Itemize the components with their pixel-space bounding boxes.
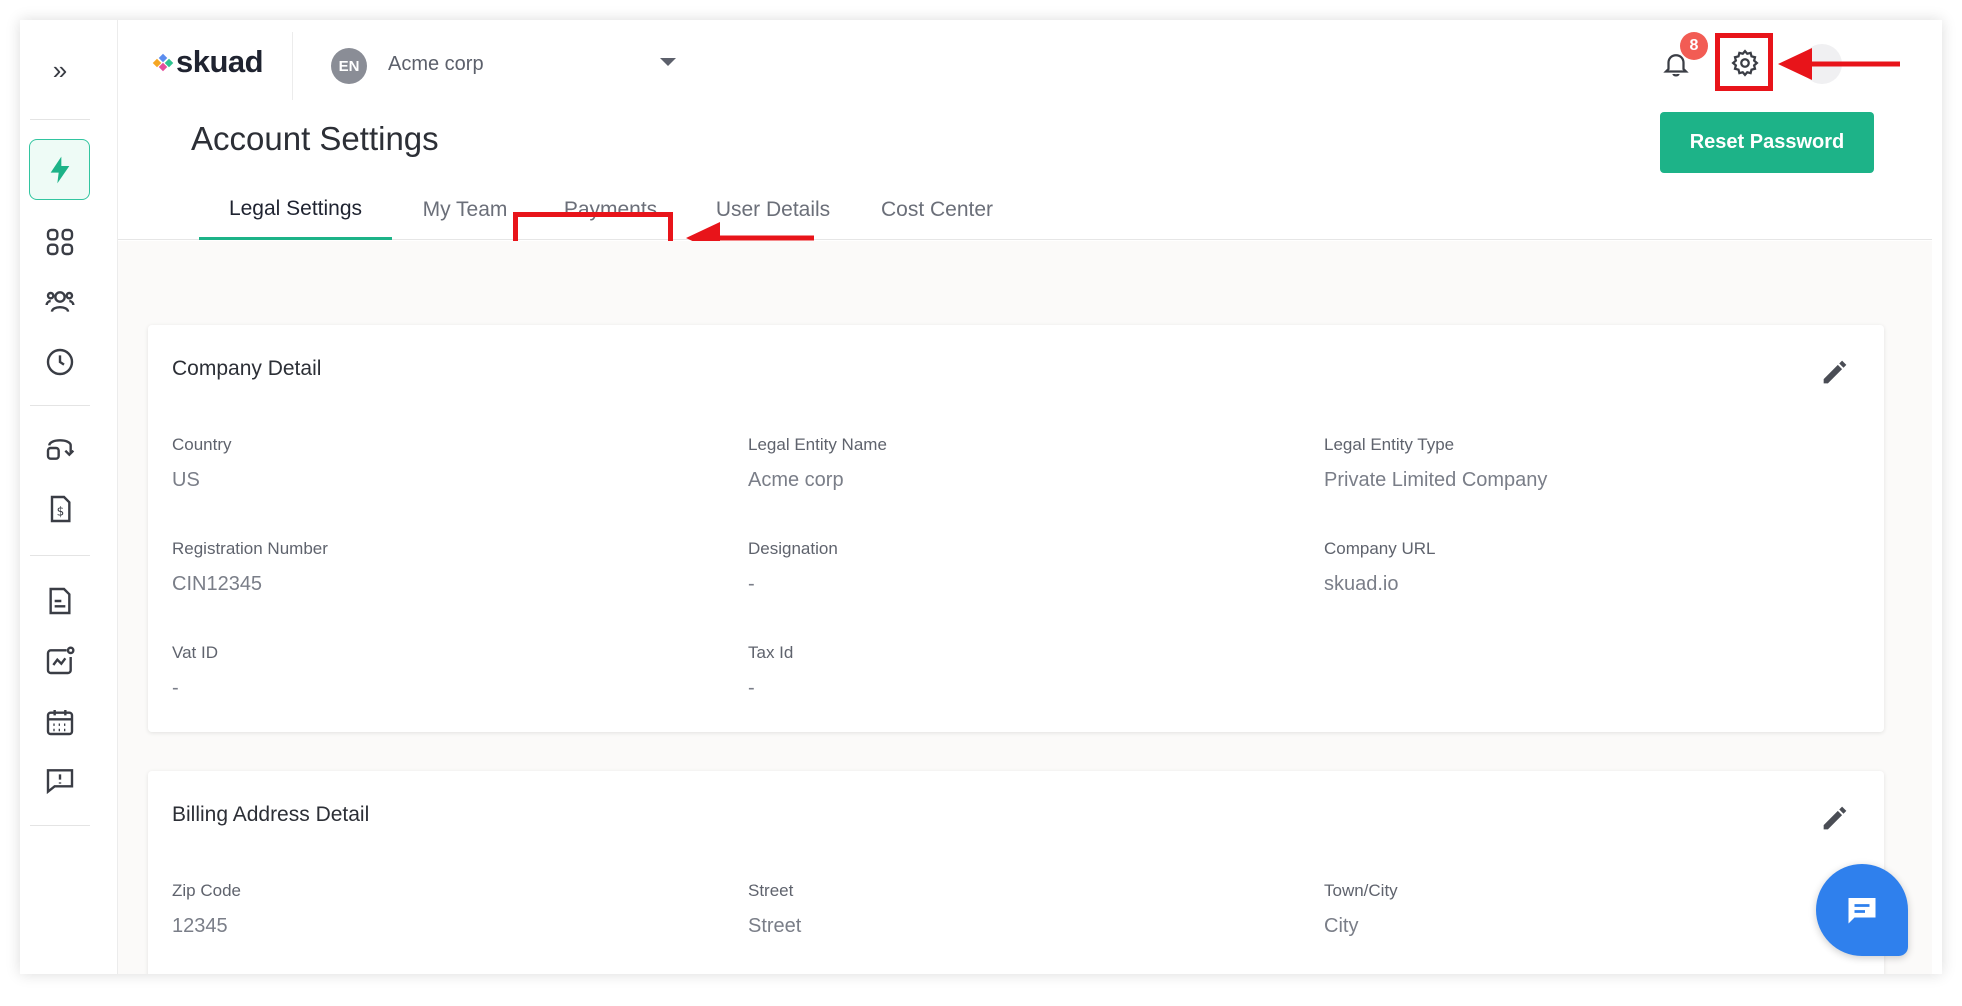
field-label: Registration Number <box>172 539 328 558</box>
edit-pencil-icon[interactable] <box>1818 355 1852 389</box>
field-value: Street <box>748 915 802 937</box>
designation-field: Designation - <box>748 539 1248 596</box>
field-value: CIN12345 <box>172 573 263 595</box>
calendar-icon[interactable] <box>39 701 81 743</box>
company-detail-card: Company Detail Country US Legal Entity N… <box>148 325 1884 732</box>
sidebar-divider <box>30 119 90 120</box>
registration-number-field: Registration Number CIN12345 <box>172 539 672 596</box>
chat-bubble-icon[interactable] <box>1816 864 1908 956</box>
gear-annotation-arrow-icon <box>1778 48 1900 80</box>
logo-text: skuad <box>176 44 264 79</box>
field-label: Legal Entity Type <box>1324 435 1455 454</box>
edit-pencil-icon[interactable] <box>1818 801 1852 835</box>
field-label: Company URL <box>1324 539 1436 558</box>
field-label: Legal Entity Name <box>748 435 887 454</box>
legal-entity-type-field: Legal Entity Type Private Limited Compan… <box>1324 435 1824 492</box>
reset-password-button[interactable]: Reset Password <box>1660 112 1874 173</box>
analytics-icon[interactable] <box>39 640 81 682</box>
legal-entity-name-field: Legal Entity Name Acme corp <box>748 435 1248 492</box>
sidebar-divider <box>30 555 90 556</box>
skuad-logo[interactable]: skuad <box>152 44 264 80</box>
tab-my-team[interactable]: My Team <box>400 180 530 240</box>
country-field: Country US <box>172 435 672 492</box>
notification-badge: 8 <box>1680 32 1708 60</box>
wallet-icon[interactable] <box>39 427 81 469</box>
header-divider <box>292 32 293 100</box>
field-label: Town/City <box>1324 881 1398 900</box>
svg-text:$: $ <box>57 505 65 519</box>
settings-tabs: Legal Settings My Team Payments User Det… <box>118 180 1932 240</box>
skuad-logo-mark-icon <box>152 53 174 72</box>
team-icon[interactable] <box>39 280 81 322</box>
invoice-dollar-icon[interactable]: $ <box>39 488 81 530</box>
field-value: Private Limited Company <box>1324 469 1548 491</box>
lightning-icon[interactable] <box>29 139 90 200</box>
street-field: Street Street <box>748 881 1248 938</box>
field-value: - <box>748 677 755 699</box>
field-value: City <box>1324 915 1359 937</box>
billing-address-title: Billing Address Detail <box>172 803 370 826</box>
document-icon[interactable] <box>39 580 81 622</box>
town-city-field: Town/City City <box>1324 881 1824 938</box>
field-value: 12345 <box>172 915 228 937</box>
tax-id-field: Tax Id - <box>748 643 1248 700</box>
field-value: - <box>172 677 179 699</box>
field-value: US <box>172 469 200 491</box>
field-label: Vat ID <box>172 643 218 662</box>
feedback-icon[interactable] <box>39 760 81 802</box>
sidebar: » $ <box>20 20 118 974</box>
sidebar-divider <box>30 825 90 826</box>
chevron-down-icon[interactable] <box>660 58 676 66</box>
company-detail-title: Company Detail <box>172 357 322 380</box>
page-title: Account Settings <box>191 120 439 157</box>
field-label: Zip Code <box>172 881 241 900</box>
field-label: Country <box>172 435 232 454</box>
field-value: skuad.io <box>1324 573 1399 595</box>
clock-icon[interactable] <box>39 341 81 383</box>
company-url-field: Company URL skuad.io <box>1324 539 1824 596</box>
field-label: Designation <box>748 539 838 558</box>
field-value: - <box>748 573 755 595</box>
org-avatar: EN <box>331 48 367 84</box>
tab-legal-settings[interactable]: Legal Settings <box>199 180 392 240</box>
dashboard-grid-icon[interactable] <box>39 221 81 263</box>
content-area: Company Detail Country US Legal Entity N… <box>118 241 1932 974</box>
app-window: » $ skuad EN Acme corp 8 Account Setting… <box>20 20 1942 974</box>
zip-code-field: Zip Code 12345 <box>172 881 672 938</box>
org-name[interactable]: Acme corp <box>388 53 484 76</box>
tab-cost-center[interactable]: Cost Center <box>862 180 1012 240</box>
sidebar-divider <box>30 405 90 406</box>
billing-address-card: Billing Address Detail Zip Code 12345 St… <box>148 771 1884 974</box>
field-label: Tax Id <box>748 643 794 662</box>
field-value: Acme corp <box>748 469 844 491</box>
field-label: Street <box>748 881 794 900</box>
vat-id-field: Vat ID - <box>172 643 672 700</box>
gear-highlight-box <box>1715 33 1773 91</box>
expand-sidebar-icon[interactable]: » <box>40 50 80 90</box>
